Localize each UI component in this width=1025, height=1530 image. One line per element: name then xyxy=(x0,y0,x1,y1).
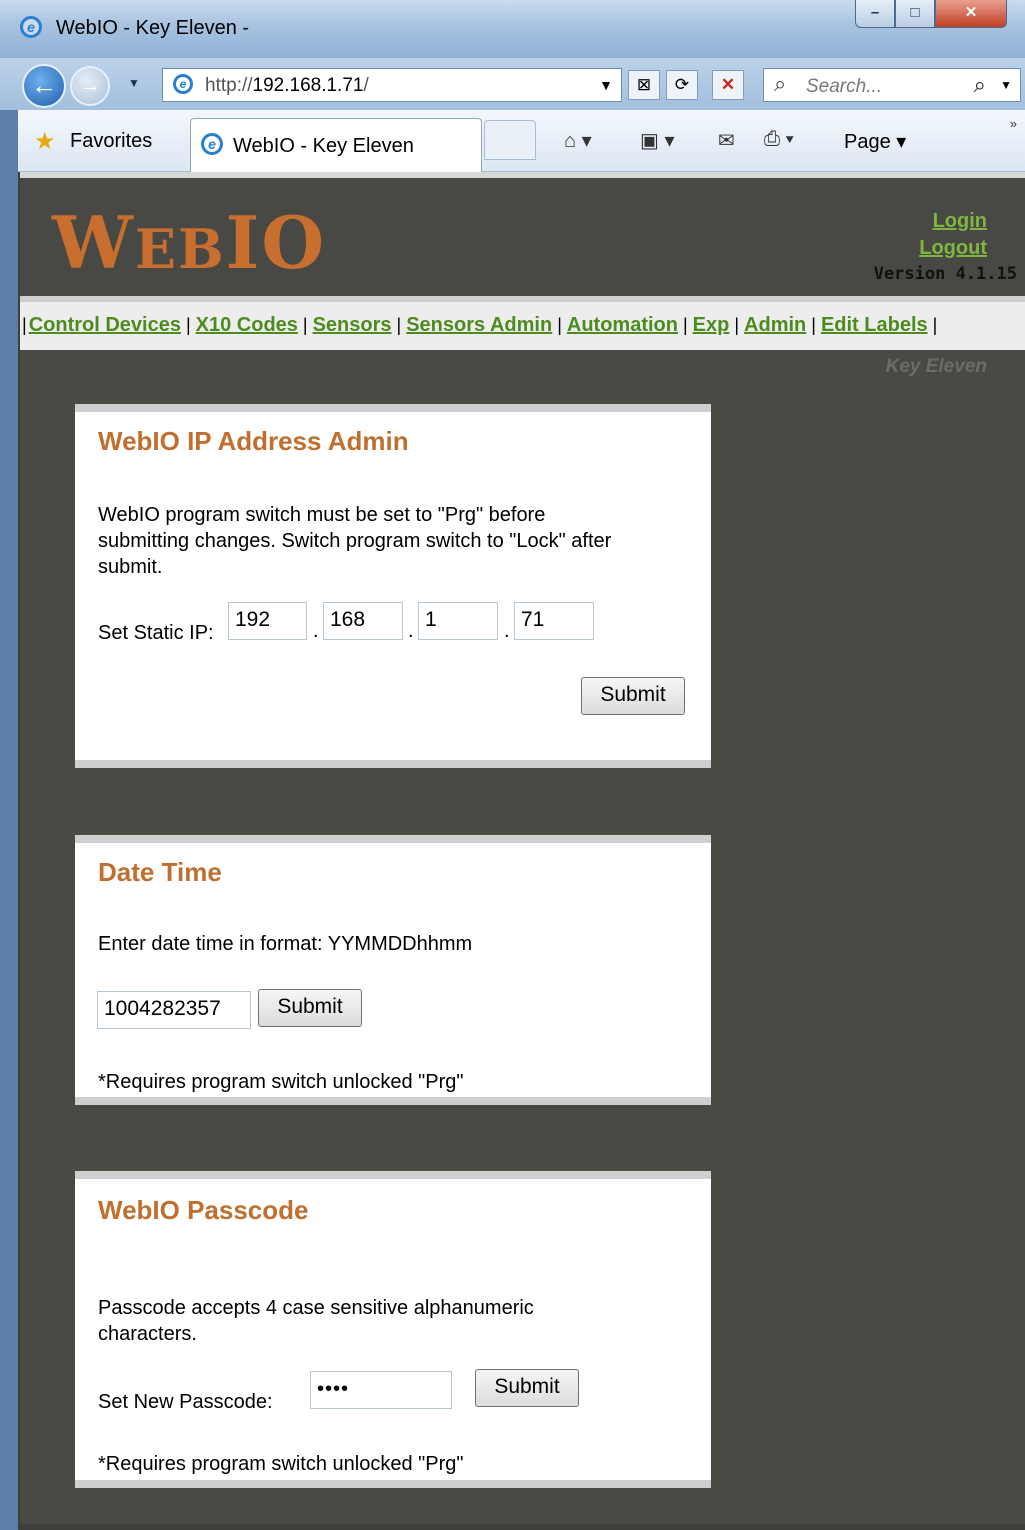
new-tab-button[interactable] xyxy=(484,120,536,160)
home-icon[interactable]: ⌂ ▾ xyxy=(564,128,592,153)
favorites-star-icon[interactable]: ★ xyxy=(34,127,56,156)
passcode-submit-button[interactable]: Submit xyxy=(475,1369,579,1407)
nav-x10-codes[interactable]: X10 Codes xyxy=(196,314,298,336)
feeds-icon[interactable]: ▣ ▾ xyxy=(640,128,675,153)
passcode-input[interactable]: •••• xyxy=(310,1371,452,1409)
date-time-submit-button[interactable]: Submit xyxy=(258,989,362,1027)
window-titlebar: e WebIO - Key Eleven - – □ ✕ xyxy=(0,0,1025,60)
webio-page: WEBIO Login Logout Version 4.1.15 | Contr… xyxy=(20,172,1025,1524)
ie-logo-icon: e xyxy=(20,16,42,38)
print-icon[interactable]: ⎙ ▾ xyxy=(764,128,794,151)
date-time-input[interactable]: 1004282357 xyxy=(97,991,251,1029)
new-passcode-label: Set New Passcode: xyxy=(98,1391,273,1413)
address-bar: ← → ▼ e http://192.168.1.71/ ▼ ⊠ ⟳ ✕ ⌕ S… xyxy=(0,58,1025,110)
nav-sensors[interactable]: Sensors xyxy=(313,314,392,336)
passcode-note: *Requires program switch unlocked "Prg" xyxy=(98,1453,464,1475)
date-time-title: Date Time xyxy=(98,857,222,887)
nav-sensors-admin[interactable]: Sensors Admin xyxy=(406,314,552,336)
ip-admin-desc: WebIO program switch must be set to "Prg… xyxy=(98,504,612,578)
passcode-title: WebIO Passcode xyxy=(98,1195,309,1225)
ip-octet-4-input[interactable]: 71 xyxy=(514,602,594,640)
favorites-bar: ★ Favorites e WebIO - Key Eleven ⌂ ▾ ▣ ▾… xyxy=(18,110,1025,172)
main-nav: | Control Devices | X10 Codes | Sensors | Senso… xyxy=(20,296,1025,350)
static-ip-label: Set Static IP: xyxy=(98,622,214,644)
ip-submit-button[interactable]: Submit xyxy=(581,677,685,715)
date-time-note: *Requires program switch unlocked "Prg" xyxy=(98,1071,464,1093)
tab-favicon-icon: e xyxy=(201,133,223,155)
logout-link[interactable]: Logout xyxy=(919,235,987,262)
ip-octet-2-input[interactable]: 168 xyxy=(323,602,403,640)
history-dropdown-icon[interactable]: ▼ xyxy=(128,76,140,90)
ip-admin-panel: WebIO IP Address Admin WebIO program swi… xyxy=(75,404,711,768)
login-link[interactable]: Login xyxy=(919,208,987,235)
page-menu[interactable]: Page ▾ xyxy=(844,129,906,154)
version-label: Version 4.1.15 xyxy=(873,264,1017,284)
refresh-icon[interactable]: ⟳ xyxy=(666,70,698,100)
ip-octet-1-input[interactable]: 192 xyxy=(228,602,307,640)
minimize-button[interactable]: – xyxy=(855,0,895,28)
webio-logo: WEBIO xyxy=(52,200,327,285)
compatibility-icon[interactable]: ⊠ xyxy=(628,70,660,100)
search-icon: ⌕ xyxy=(774,71,787,96)
url-dropdown-icon[interactable]: ▼ xyxy=(599,77,613,93)
passcode-desc: Passcode accepts 4 case sensitive alphan… xyxy=(98,1297,534,1345)
ip-octet-3-input[interactable]: 1 xyxy=(418,602,498,640)
passcode-panel: WebIO Passcode Passcode accepts 4 case s… xyxy=(75,1171,711,1488)
date-time-panel: Date Time Enter date time in format: YYM… xyxy=(75,835,711,1105)
page-icon: e xyxy=(173,74,193,94)
nav-exp[interactable]: Exp xyxy=(693,314,730,336)
date-time-desc: Enter date time in format: YYMMDDhhmm xyxy=(98,933,473,955)
nav-control-devices[interactable]: Control Devices xyxy=(29,314,181,336)
read-mail-icon[interactable]: ✉ xyxy=(718,128,735,153)
more-chevron-icon[interactable]: » xyxy=(1010,116,1017,131)
ip-admin-title: WebIO IP Address Admin xyxy=(98,426,409,456)
search-input[interactable]: ⌕ Search... ⌕ ▼ xyxy=(763,68,1021,102)
url-input[interactable]: e http://192.168.1.71/ ▼ xyxy=(162,68,622,102)
page-header: WEBIO Login Logout Version 4.1.15 xyxy=(20,178,1025,296)
back-icon[interactable]: ← xyxy=(22,64,66,108)
device-name: Key Eleven xyxy=(885,356,987,377)
browser-viewport: WEBIO Login Logout Version 4.1.15 | Contr… xyxy=(18,172,1025,1530)
maximize-button[interactable]: □ xyxy=(895,0,935,28)
search-go-icon[interactable]: ⌕ xyxy=(974,72,986,98)
search-dropdown-icon[interactable]: ▼ xyxy=(1000,78,1012,92)
nav-automation[interactable]: Automation xyxy=(567,314,678,336)
stop-icon[interactable]: ✕ xyxy=(712,70,744,100)
tab-webio[interactable]: e WebIO - Key Eleven xyxy=(190,118,482,172)
nav-edit-labels[interactable]: Edit Labels xyxy=(821,314,928,336)
close-button[interactable]: ✕ xyxy=(935,0,1007,28)
window-title: WebIO - Key Eleven - xyxy=(56,17,250,39)
nav-admin[interactable]: Admin xyxy=(744,314,806,336)
favorites-button[interactable]: Favorites xyxy=(70,130,152,153)
forward-icon[interactable]: → xyxy=(70,66,110,106)
